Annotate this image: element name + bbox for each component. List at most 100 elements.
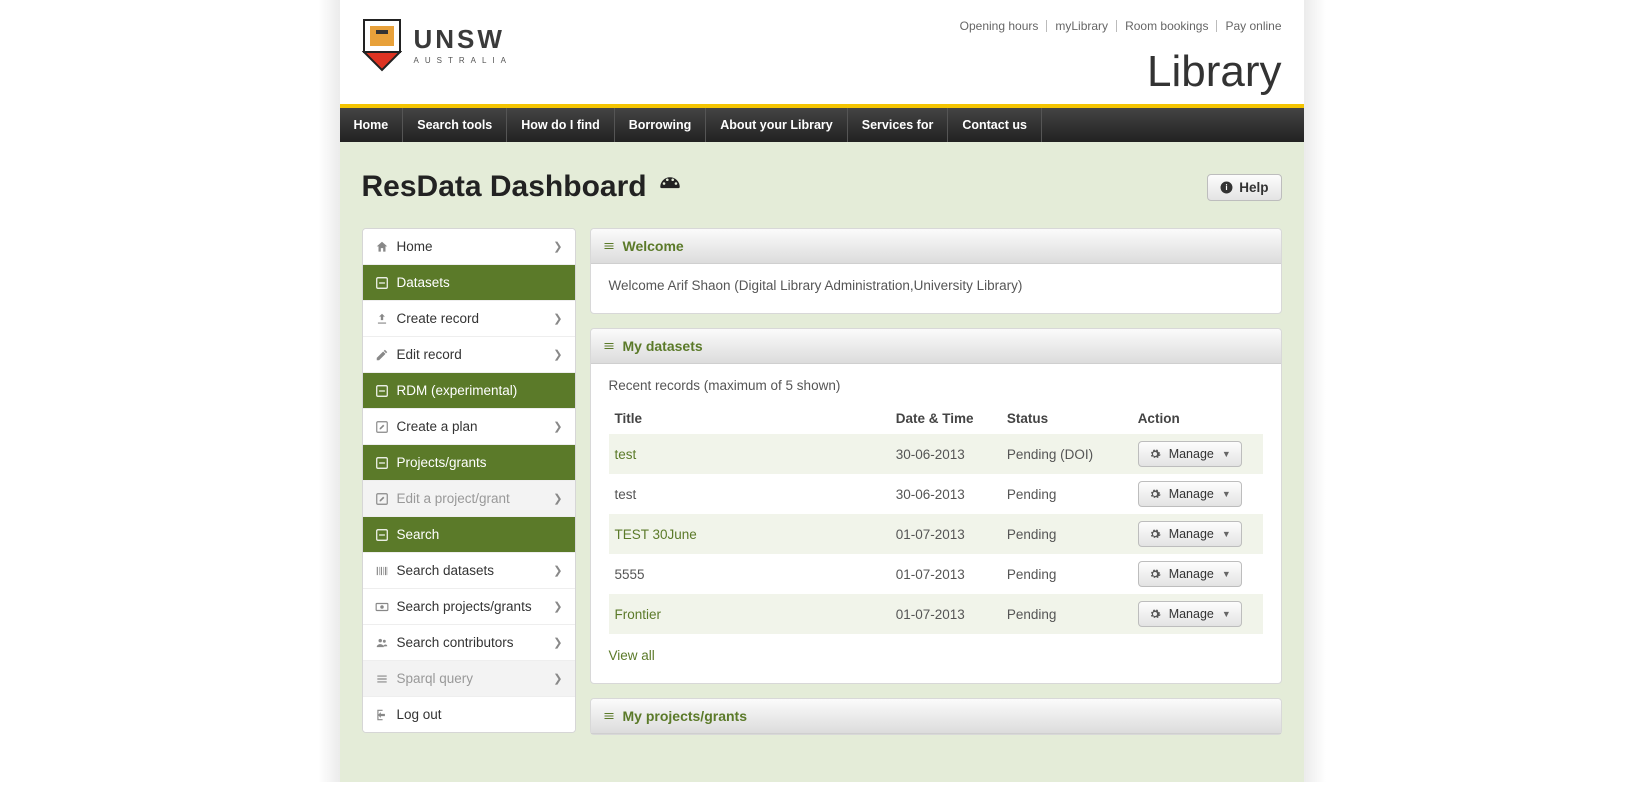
sidebar-head-projects[interactable]: Projects/grants	[363, 445, 575, 481]
myprojects-panel-head[interactable]: My projects/grants	[591, 699, 1281, 734]
help-button-label: Help	[1239, 180, 1268, 195]
table-row: test 30-06-2013Pending (DOI)Manage▼	[609, 434, 1263, 474]
table-row: test30-06-2013PendingManage▼	[609, 474, 1263, 514]
gear-icon	[1149, 568, 1161, 580]
link-mylibrary[interactable]: myLibrary	[1047, 20, 1117, 32]
sidebar-item-search-contributors[interactable]: Search contributors ❯	[363, 625, 575, 661]
page-title: ResData Dashboard	[362, 170, 683, 204]
unsw-crest-icon	[362, 18, 402, 72]
record-title-link[interactable]: Frontier	[615, 607, 662, 622]
dashboard-icon	[657, 174, 683, 200]
record-title-link[interactable]: test	[615, 447, 637, 462]
sidebar-item-label: Create record	[397, 311, 480, 326]
record-status: Pending	[1001, 594, 1132, 634]
nav-borrowing[interactable]: Borrowing	[615, 108, 707, 142]
logo-subtext: AUSTRALIA	[414, 56, 512, 65]
record-status: Pending	[1001, 474, 1132, 514]
manage-button[interactable]: Manage▼	[1138, 481, 1242, 507]
gear-icon	[1149, 528, 1161, 540]
myprojects-panel: My projects/grants	[590, 698, 1282, 735]
sidebar-item-label: Home	[397, 239, 433, 254]
sidebar-item-label: RDM (experimental)	[397, 383, 518, 398]
sidebar: Home ❯ Datasets Create record ❯ Edit rec…	[362, 228, 576, 733]
gear-icon	[1149, 448, 1161, 460]
library-heading: Library	[1147, 50, 1282, 94]
nav-services-for[interactable]: Services for	[848, 108, 949, 142]
logo-text: UNSW	[414, 26, 512, 52]
edit-square-icon	[375, 420, 389, 434]
manage-button[interactable]: Manage▼	[1138, 561, 1242, 587]
chevron-right-icon: ❯	[553, 492, 562, 505]
table-row: 555501-07-2013PendingManage▼	[609, 554, 1263, 594]
link-room-bookings[interactable]: Room bookings	[1117, 20, 1217, 32]
chevron-right-icon: ❯	[553, 240, 562, 253]
sidebar-item-edit-project: Edit a project/grant ❯	[363, 481, 575, 517]
minus-square-icon	[375, 384, 389, 398]
site-header: UNSW AUSTRALIA Opening hours myLibrary R…	[340, 0, 1304, 104]
minus-square-icon	[375, 456, 389, 470]
mydatasets-panel: My datasets Recent records (maximum of 5…	[590, 328, 1282, 684]
col-action: Action	[1132, 403, 1263, 434]
welcome-panel-title: Welcome	[623, 238, 684, 254]
mydatasets-panel-head[interactable]: My datasets	[591, 329, 1281, 364]
records-table: Title Date & Time Status Action test30-0…	[609, 403, 1263, 634]
link-pay-online[interactable]: Pay online	[1217, 20, 1281, 32]
sidebar-item-create-record[interactable]: Create record ❯	[363, 301, 575, 337]
sidebar-item-search-projects[interactable]: Search projects/grants ❯	[363, 589, 575, 625]
nav-contact-us[interactable]: Contact us	[948, 108, 1042, 142]
primary-nav: Home Search tools How do I find Borrowin…	[340, 104, 1304, 142]
minus-square-icon	[375, 528, 389, 542]
record-date: 01-07-2013	[890, 554, 1001, 594]
sidebar-item-create-plan[interactable]: Create a plan ❯	[363, 409, 575, 445]
col-status: Status	[1001, 403, 1132, 434]
table-row: Frontier01-07-2013PendingManage▼	[609, 594, 1263, 634]
nav-home[interactable]: Home	[340, 108, 404, 142]
record-title-link[interactable]: TEST 30June	[615, 527, 697, 542]
record-status: Pending (DOI)	[1001, 434, 1132, 474]
sidebar-item-home[interactable]: Home ❯	[363, 229, 575, 265]
sidebar-item-search-datasets[interactable]: Search datasets ❯	[363, 553, 575, 589]
sidebar-item-label: Datasets	[397, 275, 450, 290]
record-date: 30-06-2013	[890, 474, 1001, 514]
sidebar-head-datasets[interactable]: Datasets	[363, 265, 575, 301]
logo-block[interactable]: UNSW AUSTRALIA	[362, 18, 512, 72]
record-title: 5555	[609, 554, 890, 594]
welcome-panel-head[interactable]: Welcome	[591, 229, 1281, 264]
info-icon: i	[1220, 181, 1233, 194]
link-opening-hours[interactable]: Opening hours	[952, 20, 1048, 32]
sidebar-item-edit-record[interactable]: Edit record ❯	[363, 337, 575, 373]
chevron-right-icon: ❯	[553, 564, 562, 577]
minus-square-icon	[375, 276, 389, 290]
chevron-right-icon: ❯	[553, 600, 562, 613]
money-icon	[375, 600, 389, 614]
record-date: 30-06-2013	[890, 434, 1001, 474]
manage-button[interactable]: Manage▼	[1138, 521, 1242, 547]
sidebar-item-label: Search projects/grants	[397, 599, 532, 614]
sidebar-item-label: Sparql query	[397, 671, 474, 686]
top-utility-links: Opening hours myLibrary Room bookings Pa…	[952, 20, 1282, 32]
sidebar-item-label: Search contributors	[397, 635, 514, 650]
manage-button[interactable]: Manage▼	[1138, 601, 1242, 627]
edit-square-icon	[375, 492, 389, 506]
manage-button[interactable]: Manage▼	[1138, 441, 1242, 467]
help-button[interactable]: i Help	[1207, 174, 1281, 201]
menu-icon	[603, 240, 615, 252]
view-all-link[interactable]: View all	[609, 648, 655, 663]
recent-records-caption: Recent records (maximum of 5 shown)	[609, 378, 1263, 393]
welcome-panel-body: Welcome Arif Shaon (Digital Library Admi…	[591, 264, 1281, 313]
main-content: ResData Dashboard i Help Home	[340, 142, 1304, 782]
nav-about-library[interactable]: About your Library	[706, 108, 848, 142]
nav-search-tools[interactable]: Search tools	[403, 108, 507, 142]
sidebar-item-logout[interactable]: Log out	[363, 697, 575, 732]
col-date: Date & Time	[890, 403, 1001, 434]
sidebar-item-sparql: Sparql query ❯	[363, 661, 575, 697]
sidebar-head-search[interactable]: Search	[363, 517, 575, 553]
caret-down-icon: ▼	[1222, 489, 1231, 499]
nav-how-do-i-find[interactable]: How do I find	[507, 108, 614, 142]
sidebar-head-rdm[interactable]: RDM (experimental)	[363, 373, 575, 409]
gear-icon	[1149, 488, 1161, 500]
record-status: Pending	[1001, 554, 1132, 594]
list-icon	[375, 672, 389, 686]
caret-down-icon: ▼	[1222, 569, 1231, 579]
table-row: TEST 30June01-07-2013PendingManage▼	[609, 514, 1263, 554]
